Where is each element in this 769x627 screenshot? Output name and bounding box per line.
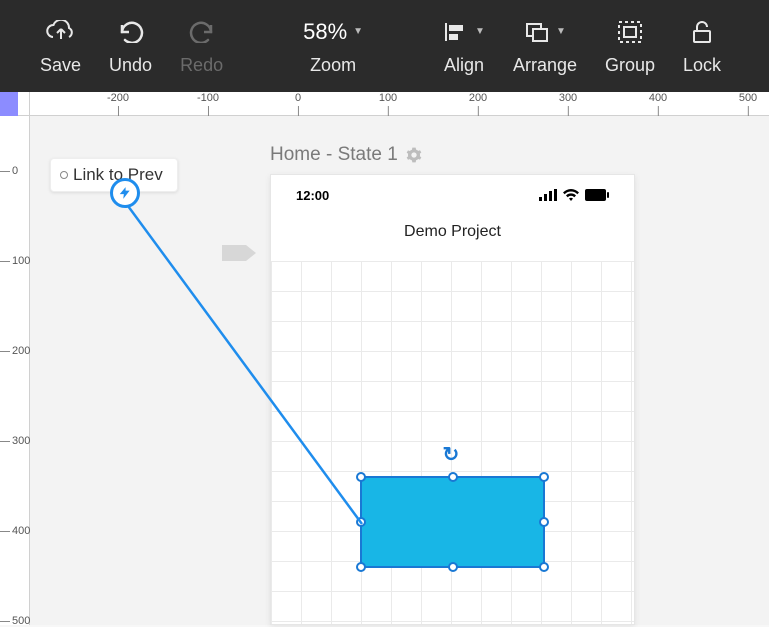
- v-tick: 100: [12, 255, 30, 267]
- interaction-bolt-icon[interactable]: [110, 178, 140, 208]
- toolbar: Save Undo Redo 58% ▼ Zoom ▼ Align ▼ Arra…: [0, 0, 769, 92]
- chevron-down-icon: ▼: [353, 17, 363, 47]
- h-tick: 100: [379, 92, 397, 104]
- save-label: Save: [40, 55, 81, 76]
- zoom-percent: 58%: [303, 17, 347, 47]
- device-project-title: Demo Project: [271, 215, 634, 257]
- align-label: Align: [444, 55, 484, 76]
- h-tick: -200: [107, 92, 129, 104]
- resize-handle-w[interactable]: [356, 517, 366, 527]
- h-tick: 500: [739, 92, 757, 104]
- resize-handle-nw[interactable]: [356, 472, 366, 482]
- statusbar-time: 12:00: [296, 188, 329, 203]
- h-tick: 200: [469, 92, 487, 104]
- redo-label: Redo: [180, 55, 223, 76]
- arrange-button[interactable]: ▼ Arrange: [513, 17, 577, 76]
- group-label: Group: [605, 55, 655, 76]
- resize-handle-n[interactable]: [448, 472, 458, 482]
- save-button[interactable]: Save: [40, 17, 81, 76]
- chevron-down-icon: ▼: [556, 26, 566, 37]
- battery-icon: [585, 189, 609, 201]
- group-icon: [617, 17, 643, 47]
- undo-button[interactable]: Undo: [109, 17, 152, 76]
- arrange-label: Arrange: [513, 55, 577, 76]
- wifi-icon: [563, 189, 579, 201]
- statusbar-icons: [539, 189, 609, 201]
- zoom-label: Zoom: [310, 55, 356, 76]
- h-tick: 0: [295, 92, 301, 104]
- redo-icon: [189, 17, 215, 47]
- ruler-vertical[interactable]: 0 100 200 300 400 500: [0, 116, 30, 625]
- resize-handle-sw[interactable]: [356, 562, 366, 572]
- resize-handle-e[interactable]: [539, 517, 549, 527]
- lock-button[interactable]: Lock: [683, 17, 721, 76]
- redo-button: Redo: [180, 17, 223, 76]
- resize-handle-ne[interactable]: [539, 472, 549, 482]
- undo-label: Undo: [109, 55, 152, 76]
- lock-label: Lock: [683, 55, 721, 76]
- device-statusbar: 12:00: [271, 175, 634, 215]
- h-tick: 300: [559, 92, 577, 104]
- ruler-horizontal[interactable]: -200 -100 0 100 200 300 400 500: [0, 92, 769, 116]
- chevron-down-icon: ▼: [475, 26, 485, 37]
- align-button[interactable]: ▼ Align: [443, 17, 485, 76]
- v-tick: 0: [12, 165, 18, 177]
- page-arrow-icon: [222, 242, 258, 269]
- gear-icon[interactable]: [406, 147, 422, 163]
- cloud-upload-icon: [46, 17, 76, 47]
- v-tick: 300: [12, 435, 30, 447]
- lock-icon: [691, 17, 713, 47]
- selected-shape[interactable]: ↻: [360, 476, 545, 568]
- origin-marker: [0, 92, 18, 116]
- h-tick: 400: [649, 92, 667, 104]
- v-tick: 500: [12, 615, 30, 627]
- canvas[interactable]: Link to Prev Home - State 1 12:00 Demo P…: [30, 116, 769, 625]
- signal-icon: [539, 189, 557, 201]
- v-tick: 400: [12, 525, 30, 537]
- page-title-row[interactable]: Home - State 1: [270, 144, 422, 166]
- h-tick: -100: [197, 92, 219, 104]
- page-title: Home - State 1: [270, 144, 398, 166]
- zoom-value: 58% ▼: [303, 17, 363, 47]
- resize-handle-s[interactable]: [448, 562, 458, 572]
- resize-handle-se[interactable]: [539, 562, 549, 572]
- v-tick: 200: [12, 345, 30, 357]
- group-button[interactable]: Group: [605, 17, 655, 76]
- align-icon: ▼: [443, 17, 485, 47]
- arrange-icon: ▼: [524, 17, 566, 47]
- rotate-handle-icon[interactable]: ↻: [443, 442, 460, 467]
- zoom-control[interactable]: 58% ▼ Zoom: [303, 17, 363, 76]
- undo-icon: [118, 17, 144, 47]
